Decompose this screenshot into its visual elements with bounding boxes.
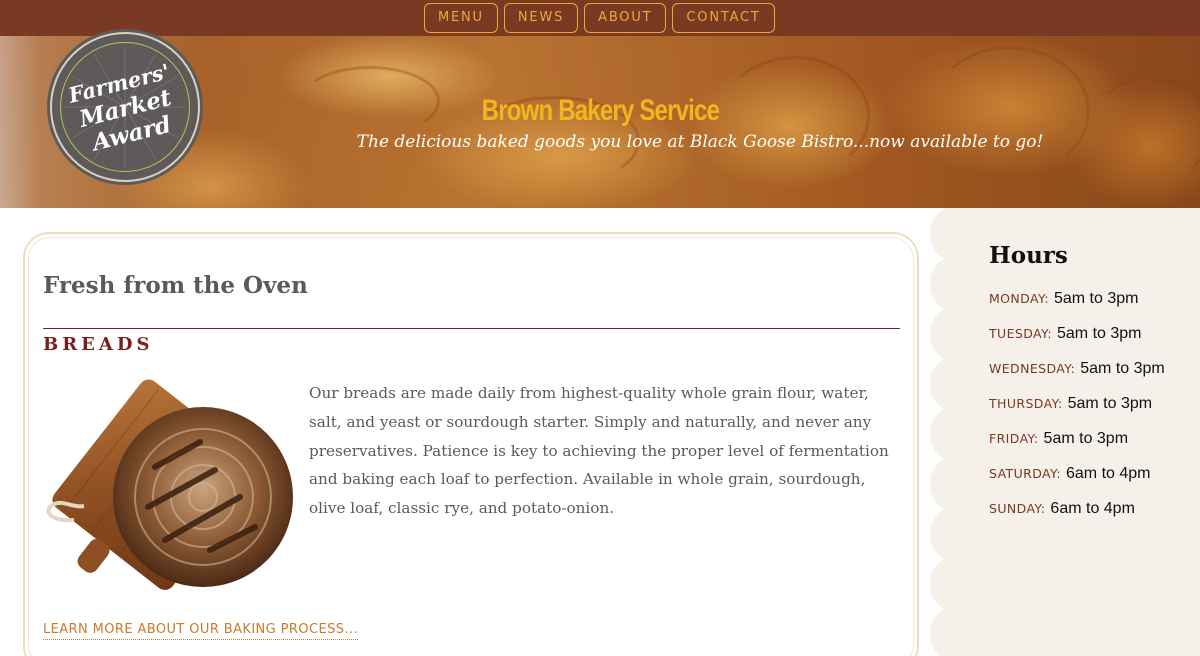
time-value: 5am to 3pm [1053,290,1139,307]
time-value: 5am to 3pm [1067,395,1153,412]
nav-item-news[interactable]: NEWS [503,3,579,33]
bread-loaf [113,407,293,587]
section-divider [43,328,900,329]
day-label: MONDAY: [989,291,1049,306]
time-value: 5am to 3pm [1043,430,1129,447]
hours-row-monday: MONDAY: 5am to 3pm [989,290,1165,325]
time-value: 6am to 4pm [1050,500,1135,517]
scallop-edge [930,358,970,410]
hours-title: Hours [989,242,1068,269]
hours-row-thursday: THURSDAY: 5am to 3pm [989,395,1165,430]
learn-more-link[interactable]: LEARN MORE ABOUT OUR BAKING PROCESS... [43,622,358,640]
nav-item-contact[interactable]: CONTACT [672,3,775,33]
time-value: 5am to 3pm [1080,360,1165,377]
scallop-edge [930,408,970,460]
site-title-text: Brown Bakery Service [481,94,719,127]
day-label: THURSDAY: [989,396,1063,411]
main-nav: MENU NEWS ABOUT CONTACT [0,0,1200,36]
scallop-edge [930,458,970,510]
nav-item-menu[interactable]: MENU [424,3,498,33]
scallop-edge [930,308,970,360]
award-badge-graphic: Farmers' Market Award [64,46,186,168]
hours-row-wednesday: WEDNESDAY: 5am to 3pm [989,360,1165,395]
farmers-market-award-badge: Farmers' Market Award [50,32,200,182]
scallop-edge [930,208,970,260]
day-label: SATURDAY: [989,466,1061,481]
scallop-edge [930,508,970,560]
nav-item-about[interactable]: ABOUT [584,3,667,33]
hours-list: MONDAY: 5am to 3pm TUESDAY: 5am to 3pm WED… [989,290,1165,535]
scallop-edge [930,608,970,656]
hours-row-tuesday: TUESDAY: 5am to 3pm [989,325,1165,360]
hours-row-sunday: SUNDAY: 6am to 4pm [989,500,1165,535]
scallop-edge [930,258,970,310]
breads-description: Our breads are made daily from highest-q… [309,384,889,518]
time-value: 6am to 4pm [1066,465,1151,482]
day-label: FRIDAY: [989,431,1039,446]
time-value: 5am to 3pm [1057,325,1142,342]
breads-heading: BREADS [43,334,154,355]
hours-row-saturday: SATURDAY: 6am to 4pm [989,465,1165,500]
section-title: Fresh from the Oven [43,272,308,299]
day-label: SUNDAY: [989,501,1046,516]
bread-on-cutting-board-icon [46,379,293,590]
nav-list: MENU NEWS ABOUT CONTACT [424,3,775,33]
site-tagline: The delicious baked goods you love at Bl… [356,132,1044,152]
day-label: WEDNESDAY: [989,361,1076,376]
scallop-edge [930,558,970,610]
day-label: TUESDAY: [989,326,1052,341]
hours-row-friday: FRIDAY: 5am to 3pm [989,430,1165,465]
